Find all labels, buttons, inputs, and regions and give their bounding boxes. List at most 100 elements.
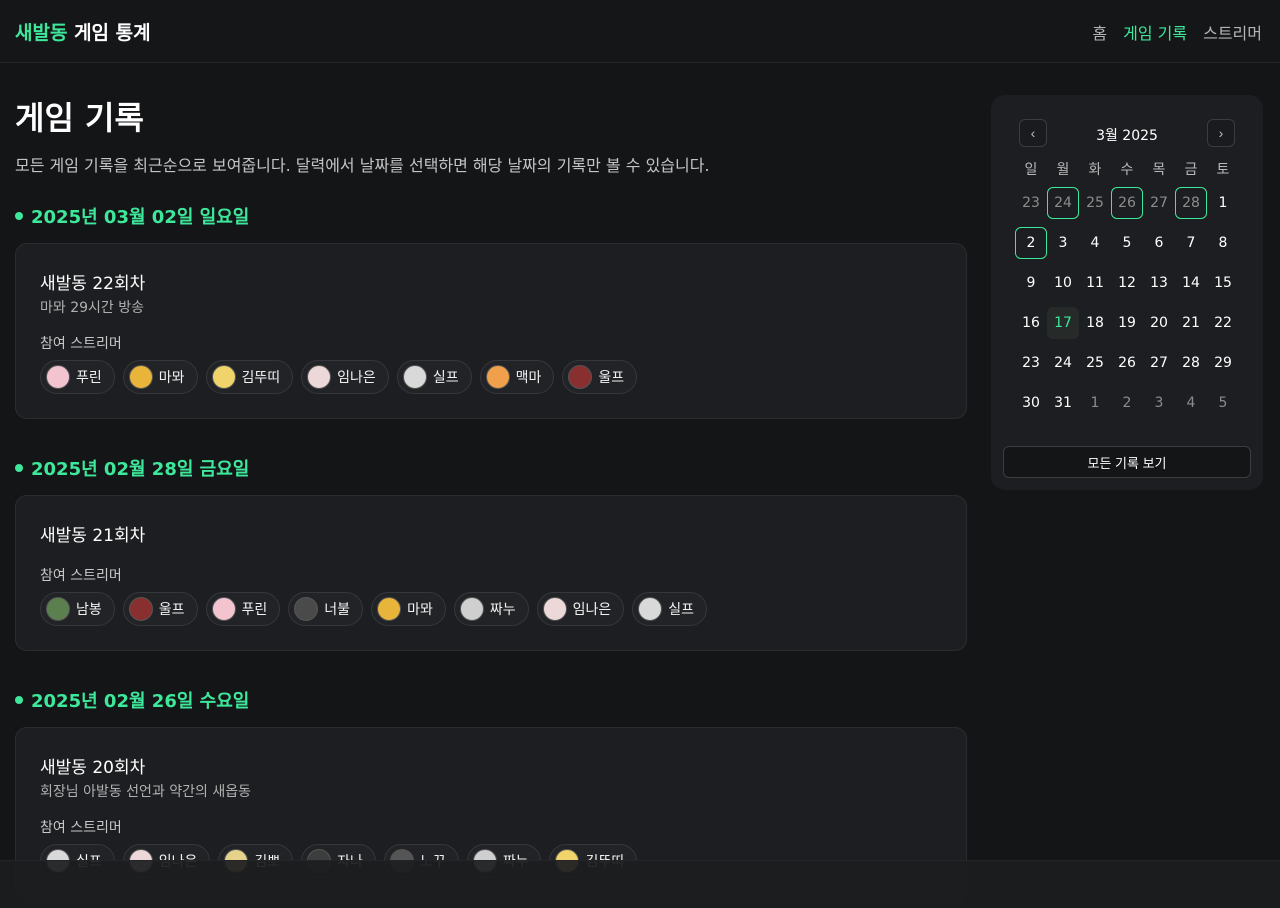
streamer-name: 푸린	[76, 370, 102, 386]
nav-home[interactable]: 홈	[1092, 20, 1107, 44]
calendar-day[interactable]: 2	[1111, 387, 1143, 419]
date-label: 2025년 03월 02일 일요일	[31, 207, 250, 228]
brand-logo[interactable]: 새발동 게임 통계	[15, 18, 151, 45]
show-all-records-button[interactable]: 모든 기록 보기	[1003, 446, 1251, 478]
game-title: 새발동 22회차	[40, 274, 146, 294]
nav-game-records[interactable]: 게임 기록	[1123, 20, 1187, 44]
bullet-dot	[15, 696, 23, 704]
streamer-chip[interactable]: 마뫄	[122, 360, 198, 394]
avatar	[459, 597, 484, 621]
calendar-day[interactable]: 7	[1175, 227, 1207, 259]
calendar-day[interactable]: 23	[1015, 187, 1047, 219]
calendar-day[interactable]: 18	[1079, 307, 1111, 339]
avatar	[128, 365, 153, 389]
avatar	[402, 365, 427, 389]
calendar-day[interactable]: 24	[1047, 187, 1079, 219]
streamer-name: 푸린	[241, 602, 268, 618]
weekday-label: 일	[1024, 162, 1038, 178]
bullet-dot	[15, 464, 23, 472]
streamer-name: 울프	[158, 602, 185, 618]
calendar-day[interactable]: 8	[1207, 227, 1239, 259]
calendar-day[interactable]: 16	[1015, 307, 1047, 339]
avatar	[294, 597, 319, 621]
calendar-day[interactable]: 23	[1015, 347, 1047, 379]
streamer-name: 김뚜띠	[241, 370, 281, 386]
calendar-day[interactable]: 4	[1175, 387, 1207, 419]
calendar-day[interactable]: 13	[1143, 267, 1175, 299]
calendar-day[interactable]: 24	[1047, 347, 1079, 379]
streamer-chip[interactable]: 푸린	[40, 360, 115, 394]
calendar-day[interactable]: 2	[1015, 227, 1047, 259]
game-title: 새발동 21회차	[40, 526, 146, 546]
streamer-name: 임나은	[572, 602, 612, 618]
streamer-chip[interactable]: 짜누	[453, 592, 529, 626]
streamer-name: 남봉	[76, 602, 102, 618]
participants-label: 참여 스트리머	[40, 820, 122, 836]
bottom-overlay	[0, 860, 1280, 908]
streamer-chip[interactable]: 실프	[396, 360, 472, 394]
streamer-chip[interactable]: 마뫄	[371, 592, 446, 626]
calendar-day[interactable]: 20	[1143, 307, 1175, 339]
streamer-name: 울프	[598, 370, 625, 386]
streamer-name: 실프	[432, 370, 459, 386]
streamer-chip[interactable]: 푸린	[205, 592, 281, 626]
calendar-day[interactable]: 3	[1143, 387, 1175, 419]
streamer-chip[interactable]: 너불	[288, 592, 364, 626]
game-subtitle: 마뫄 29시간 방송	[40, 300, 144, 316]
avatar	[542, 597, 567, 621]
game-card[interactable]: 새발동 22회차 마뫄 29시간 방송 참여 스트리머 푸린 마뫄 김뚜띠 임나…	[15, 243, 967, 419]
streamer-chip[interactable]: 실프	[632, 592, 707, 626]
streamer-chip[interactable]: 울프	[562, 360, 638, 394]
calendar-day[interactable]: 1	[1207, 187, 1239, 219]
weekday-label: 금	[1184, 162, 1198, 178]
streamer-chip[interactable]: 김뚜띠	[205, 360, 294, 394]
game-subtitle: 회장님 아발동 선언과 약간의 새옵동	[40, 784, 251, 800]
streamer-chip[interactable]: 남봉	[40, 592, 115, 626]
date-header: 2025년 03월 02일 일요일	[15, 203, 249, 229]
game-card[interactable]: 새발동 21회차 참여 스트리머 남봉 울프 푸린 너불 마뫄 짜누 임나은 실…	[15, 495, 967, 651]
calendar-day[interactable]: 25	[1079, 187, 1111, 219]
calendar-day[interactable]: 12	[1111, 267, 1143, 299]
calendar-day[interactable]: 31	[1047, 387, 1079, 419]
calendar-day[interactable]: 11	[1079, 267, 1111, 299]
calendar-day[interactable]: 14	[1175, 267, 1207, 299]
calendar-day[interactable]: 5	[1207, 387, 1239, 419]
calendar-day[interactable]: 6	[1143, 227, 1175, 259]
calendar-day[interactable]: 3	[1047, 227, 1079, 259]
calendar-day[interactable]: 28	[1175, 187, 1207, 219]
calendar-next-button[interactable]: ›	[1207, 119, 1235, 147]
weekday-label: 월	[1056, 162, 1070, 178]
date-header: 2025년 02월 26일 수요일	[15, 687, 249, 713]
calendar-day[interactable]: 30	[1015, 387, 1047, 419]
streamer-chip[interactable]: 임나은	[301, 360, 389, 394]
calendar-day[interactable]: 27	[1143, 347, 1175, 379]
calendar-day[interactable]: 10	[1047, 267, 1079, 299]
bullet-dot	[15, 212, 23, 220]
calendar-day[interactable]: 26	[1111, 347, 1143, 379]
calendar-day-today[interactable]: 17	[1047, 307, 1079, 339]
weekday-label: 목	[1152, 162, 1166, 178]
calendar-day[interactable]: 21	[1175, 307, 1207, 339]
streamer-chip[interactable]: 울프	[122, 592, 198, 626]
participants-label: 참여 스트리머	[40, 568, 122, 584]
calendar-day[interactable]: 27	[1143, 187, 1175, 219]
calendar-day[interactable]: 4	[1079, 227, 1111, 259]
calendar-day[interactable]: 29	[1207, 347, 1239, 379]
calendar-day[interactable]: 5	[1111, 227, 1143, 259]
weekday-label: 토	[1216, 162, 1230, 178]
calendar-day[interactable]: 26	[1111, 187, 1143, 219]
game-title: 새발동 20회차	[40, 758, 146, 778]
date-label: 2025년 02월 28일 금요일	[31, 459, 250, 480]
avatar	[485, 365, 510, 389]
avatar	[46, 597, 70, 621]
calendar-day[interactable]: 25	[1079, 347, 1111, 379]
nav-streamers[interactable]: 스트리머	[1203, 20, 1262, 44]
calendar-day[interactable]: 15	[1207, 267, 1239, 299]
calendar-day[interactable]: 19	[1111, 307, 1143, 339]
calendar-day[interactable]: 1	[1079, 387, 1111, 419]
calendar-day[interactable]: 9	[1015, 267, 1047, 299]
calendar-day[interactable]: 28	[1175, 347, 1207, 379]
streamer-chip[interactable]: 맥마	[479, 360, 555, 394]
calendar-day[interactable]: 22	[1207, 307, 1239, 339]
streamer-chip[interactable]: 임나은	[536, 592, 625, 626]
